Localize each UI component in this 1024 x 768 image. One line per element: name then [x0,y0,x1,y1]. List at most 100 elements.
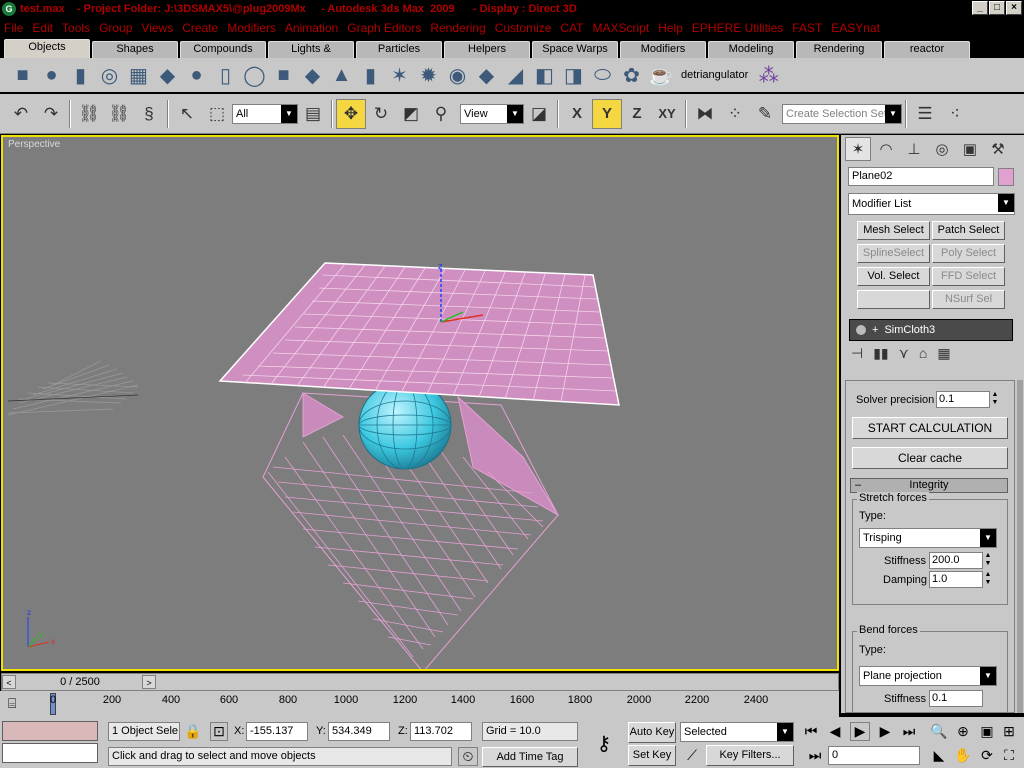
named-selection-dropdown[interactable]: Create Selection Set ▼ [782,103,902,124]
capsule-icon[interactable]: ◉ [443,60,472,90]
menu-rendering[interactable]: Rendering [430,21,485,35]
zoom-all-icon[interactable]: ⊕ [954,723,972,740]
collapse-icon[interactable]: – [855,479,861,492]
menu-group[interactable]: Group [99,21,132,35]
tab-particles[interactable]: Particles [356,41,442,58]
menu-help[interactable]: Help [658,21,683,35]
field-of-view-icon[interactable]: ◣ [930,747,948,764]
configure-sets-icon[interactable]: ▦ [937,345,950,362]
undo-icon[interactable]: ↶ [6,99,36,129]
axis-x-button[interactable]: X [562,99,592,129]
mesh-select-button[interactable]: Mesh Select [857,221,930,240]
torus-icon[interactable]: ◎ [95,60,124,90]
tab-modifiers[interactable]: Modifiers [620,41,706,58]
zoom-extents-all-icon[interactable]: ⊞ [1000,723,1018,740]
axis-z-button[interactable]: Z [622,99,652,129]
manipulate-icon[interactable]: ⚲ [426,99,456,129]
pyramid-icon[interactable]: ◆ [298,60,327,90]
eraser-icon[interactable]: ✎ [750,99,780,129]
previous-frame-icon[interactable]: ◀ [826,723,844,740]
add-time-tag-button[interactable]: Add Time Tag [482,747,578,767]
spinner-arrows-icon[interactable]: ▲ ▼ [983,552,993,569]
integrity-rollout-header[interactable]: – Integrity [850,478,1008,493]
pin-stack-icon[interactable]: ⊣ [851,345,863,362]
menu-animation[interactable]: Animation [285,21,338,35]
start-calculation-button[interactable]: START CALCULATION [852,417,1008,439]
hose-icon[interactable]: ⬭ [588,60,617,90]
zoom-icon[interactable]: 🔍 [930,723,948,740]
maximize-viewport-icon[interactable]: ⛶ [1000,747,1018,764]
menu-tools[interactable]: Tools [62,21,90,35]
auto-key-button[interactable]: Auto Key [628,722,676,743]
array-icon[interactable]: ⁘ [720,99,750,129]
axis-y-button[interactable]: Y [592,98,622,129]
chamferbox-icon[interactable]: ■ [269,60,298,90]
object-color-swatch[interactable] [998,167,1014,186]
close-button[interactable]: × [1006,1,1022,15]
tab-shapes[interactable]: Shapes [92,41,178,58]
ring-icon[interactable]: ◯ [240,60,269,90]
time-slider[interactable]: < 0 / 2500 > [1,673,839,691]
box-icon[interactable]: ■ [8,60,37,90]
cylinder-icon[interactable]: ▮ [66,60,95,90]
rotate-icon[interactable]: ↻ [366,99,396,129]
remove-modifier-icon[interactable]: ⌂ [919,345,927,362]
y-coordinate-field[interactable]: 534.349 [328,722,390,741]
unlink-icon[interactable]: ⛓ [104,99,134,129]
solver-precision-input[interactable]: 0.1 [936,391,990,408]
prism-icon[interactable]: ◢ [501,60,530,90]
tab-rendering[interactable]: Rendering [796,41,882,58]
z-coordinate-field[interactable]: 113.702 [410,722,472,741]
sphere-icon[interactable]: ● [37,60,66,90]
hierarchy-panel-icon[interactable]: ⊥ [901,137,927,161]
empty-modifier-button[interactable] [857,290,930,309]
poly-select-button[interactable]: Poly Select [932,244,1005,263]
redo-icon[interactable]: ↷ [36,99,66,129]
next-frame-arrow[interactable]: > [142,675,156,689]
spinner-arrows-icon[interactable]: ▲ ▼ [990,391,1000,408]
motion-panel-icon[interactable]: ◎ [929,137,955,161]
box2-icon[interactable]: ◆ [153,60,182,90]
plane-icon[interactable]: ▦ [124,60,153,90]
bend-stiffness-input[interactable]: 0.1 [929,690,983,707]
pivot-center-icon[interactable]: ◪ [524,99,554,129]
selection-filter-dropdown[interactable]: All ▼ [232,103,298,124]
minimize-button[interactable]: _ [972,1,988,15]
next-frame-icon[interactable]: ▶ [876,723,894,740]
key-mode-dropdown[interactable]: Selected ▼ [680,722,794,742]
go-to-end-icon[interactable]: ⏭ [900,723,918,740]
oiltank-icon[interactable]: ▮ [356,60,385,90]
tab-lights-cameras[interactable]: Lights & Cameras [268,41,354,70]
reference-coord-dropdown[interactable]: View ▼ [460,103,524,124]
show-end-result-icon[interactable]: ▮▮ [873,345,888,362]
menu-ephere-utilities[interactable]: EPHERE Utilities [692,21,783,35]
modifier-stack-item[interactable]: SimCloth3 [884,324,935,336]
geosphere-icon[interactable]: ● [182,60,211,90]
menu-customize[interactable]: Customize [495,21,552,35]
menu-fast[interactable]: FAST [792,21,822,35]
selection-region-icon[interactable]: ⬚ [202,99,232,129]
display-panel-icon[interactable]: ▣ [957,137,983,161]
lext-icon[interactable]: ◧ [530,60,559,90]
object-name-field[interactable]: Plane02 [848,167,994,186]
spindle-icon[interactable]: ◆ [472,60,501,90]
menu-cat[interactable]: CAT [560,21,583,35]
viewport-label[interactable]: Perspective [8,139,60,150]
select-by-name-icon[interactable]: ▤ [298,99,328,129]
menu-edit[interactable]: Edit [32,21,53,35]
tab-compounds[interactable]: Compounds [180,41,266,58]
menu-views[interactable]: Views [141,21,173,35]
key-mode-toggle-icon[interactable]: ⏭ [806,747,824,764]
hedra-icon[interactable]: ✶ [385,60,414,90]
menu-easynat[interactable]: EASYnat [831,21,880,35]
time-slider-value[interactable]: 0 / 2500 [18,675,142,689]
move-icon[interactable]: ✥ [336,98,366,129]
gear-icon[interactable]: ✹ [414,60,443,90]
mini-curve-editor-icon[interactable]: ⌸ [8,695,16,712]
utilities-panel-icon[interactable]: ⚒ [985,137,1011,161]
bind-spacewarp-icon[interactable]: § [134,99,164,129]
modifier-list-dropdown[interactable]: Modifier List ▼ [848,193,1015,215]
knot-icon[interactable]: ✿ [617,60,646,90]
x-coordinate-field[interactable]: -155.137 [246,722,308,741]
make-unique-icon[interactable]: ⋎ [899,345,909,362]
